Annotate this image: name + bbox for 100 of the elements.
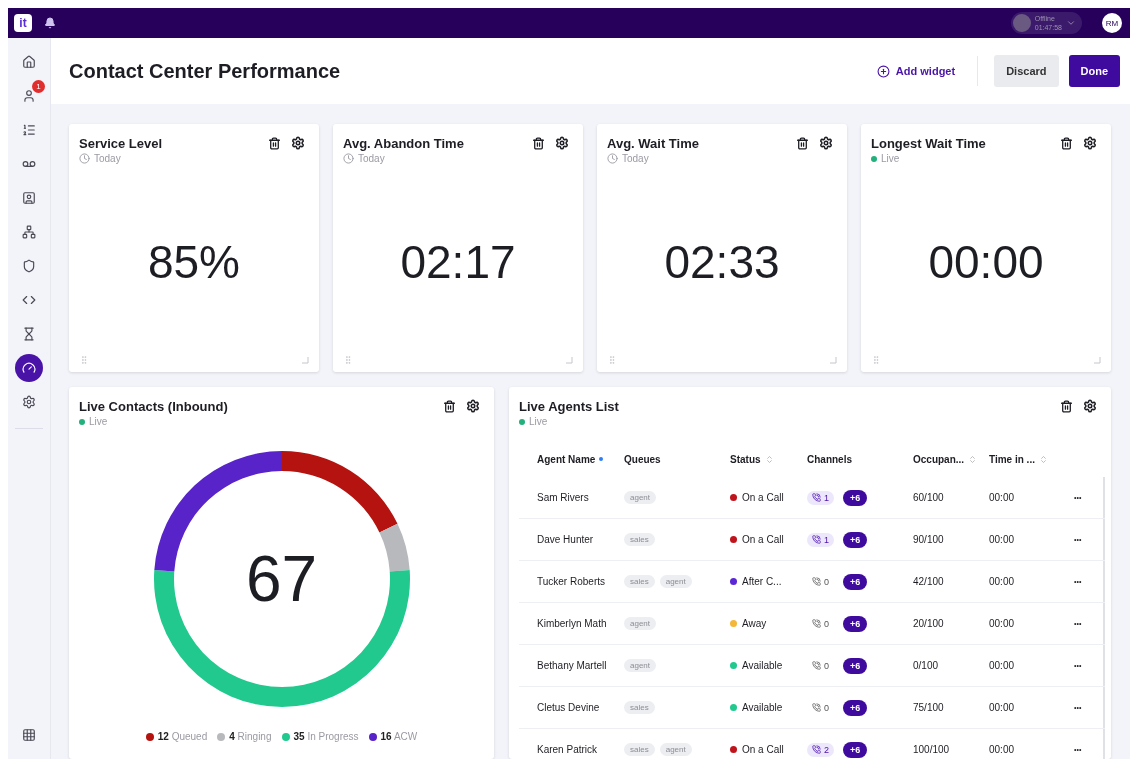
drag-handle-icon xyxy=(607,355,617,365)
sort-indicator[interactable] xyxy=(599,457,604,461)
contact-card-icon xyxy=(22,191,36,205)
discard-button[interactable]: Discard xyxy=(994,55,1059,87)
legend-label: 35 In Progress xyxy=(293,731,359,742)
settings-icon[interactable] xyxy=(555,136,569,150)
agent-name: Sam Rivers xyxy=(537,492,590,503)
occupancy-value: 20/100 xyxy=(913,618,945,629)
sidebar-item[interactable] xyxy=(15,354,43,382)
period-label: Live xyxy=(881,153,900,164)
call-count: 1 xyxy=(824,534,829,545)
more-channels-badge[interactable]: +6 xyxy=(843,741,868,758)
queue-tag: agent xyxy=(659,743,692,756)
clock-icon xyxy=(343,153,354,164)
queue-tag: agent xyxy=(624,617,657,630)
status-label: After C... xyxy=(742,576,782,587)
gauge-icon xyxy=(22,361,36,375)
agent-name: Tucker Roberts xyxy=(537,576,606,587)
settings-icon[interactable] xyxy=(1083,136,1097,150)
call-count: 0 xyxy=(824,576,829,587)
page-title: Contact Center Performance xyxy=(69,59,341,83)
status-label: Available xyxy=(742,702,783,713)
period-label: Today xyxy=(358,153,385,164)
sidebar-item[interactable]: 1 xyxy=(15,82,43,110)
bell-icon[interactable] xyxy=(44,17,56,29)
delete-icon[interactable] xyxy=(1060,399,1073,413)
queue-tag: agent xyxy=(624,659,657,672)
time-value: 00:00 xyxy=(989,534,1016,545)
live-dot xyxy=(519,418,525,425)
more-channels-badge[interactable]: +6 xyxy=(843,615,868,632)
add-widget-button[interactable]: Add widget xyxy=(870,58,962,84)
queue-tag: sales xyxy=(624,533,655,546)
settings-icon[interactable] xyxy=(466,399,480,413)
notification-badge: 1 xyxy=(32,80,45,93)
status-label: On a Call xyxy=(742,492,784,503)
period-label: Live xyxy=(89,416,108,427)
call-count: 0 xyxy=(824,702,829,713)
more-channels-badge[interactable]: +6 xyxy=(843,489,868,506)
column-header: Queues xyxy=(624,453,661,465)
more-channels-badge[interactable]: +6 xyxy=(843,573,868,590)
settings-icon[interactable] xyxy=(1083,399,1097,413)
delete-icon[interactable] xyxy=(268,136,281,150)
card-title: Live Contacts (Inbound) xyxy=(79,399,228,414)
home-icon xyxy=(22,55,36,69)
network-icon xyxy=(22,225,36,239)
occupancy-value: 0/100 xyxy=(913,660,940,671)
legend-label: 16 ACW xyxy=(380,731,418,742)
stat-value: 00:00 xyxy=(928,235,1044,289)
status-label: On a Call xyxy=(742,534,784,545)
card-title: Live Agents List xyxy=(519,399,619,414)
column-header: Occupan... xyxy=(913,453,965,465)
period-label: Live xyxy=(529,416,548,427)
queue-tag: agent xyxy=(624,491,657,504)
clock-icon xyxy=(79,153,90,164)
code-icon xyxy=(22,293,36,307)
card-title: Longest Wait Time xyxy=(871,136,986,151)
user-avatar[interactable]: RM xyxy=(1102,13,1122,33)
settings-icon[interactable] xyxy=(291,136,305,150)
settings-icon xyxy=(22,395,36,409)
time-value: 00:00 xyxy=(989,576,1016,587)
agent-name: Dave Hunter xyxy=(537,534,595,545)
delete-icon[interactable] xyxy=(532,136,545,150)
call-count: 0 xyxy=(824,618,829,629)
column-header: Status xyxy=(730,453,761,465)
legend-label: 4 Ringing xyxy=(229,731,272,742)
period-label: Today xyxy=(622,153,649,164)
column-header: Agent Name xyxy=(537,453,596,465)
more-channels-badge[interactable]: +6 xyxy=(843,699,868,716)
hourglass-icon xyxy=(22,327,36,341)
more-channels-badge[interactable]: +6 xyxy=(843,657,868,674)
agent-name: Karen Patrick xyxy=(537,744,599,755)
done-button[interactable]: Done xyxy=(1068,55,1120,87)
resize-handle-icon xyxy=(830,356,837,364)
call-count: 1 xyxy=(824,492,829,503)
logo: it xyxy=(14,14,32,32)
agent-name: Kimberlyn Math xyxy=(537,618,608,629)
occupancy-value: 75/100 xyxy=(913,702,945,713)
delete-icon[interactable] xyxy=(796,136,809,150)
time-value: 00:00 xyxy=(989,618,1016,629)
more-channels-badge[interactable]: +6 xyxy=(843,531,868,548)
period-label: Today xyxy=(94,153,121,164)
total-value: 67 xyxy=(245,542,318,616)
drag-handle-icon xyxy=(343,355,353,365)
occupancy-value: 100/100 xyxy=(913,744,951,755)
delete-icon[interactable] xyxy=(1060,136,1073,150)
column-header: Channels xyxy=(807,453,852,465)
stat-value: 02:17 xyxy=(400,235,516,289)
delete-icon[interactable] xyxy=(443,399,456,413)
clock-icon xyxy=(607,153,618,164)
legend-label: 12 Queued xyxy=(157,731,208,742)
status-label: Available xyxy=(742,660,783,671)
list-icon xyxy=(22,123,36,137)
time-value: 00:00 xyxy=(989,744,1016,755)
grid-icon xyxy=(22,728,36,742)
card-title: Avg. Wait Time xyxy=(607,136,699,151)
status-label: Away xyxy=(742,618,767,629)
queue-tag: sales xyxy=(624,575,655,588)
chevron-down-icon xyxy=(1066,18,1076,28)
queue-tag: sales xyxy=(624,743,655,756)
settings-icon[interactable] xyxy=(819,136,833,150)
